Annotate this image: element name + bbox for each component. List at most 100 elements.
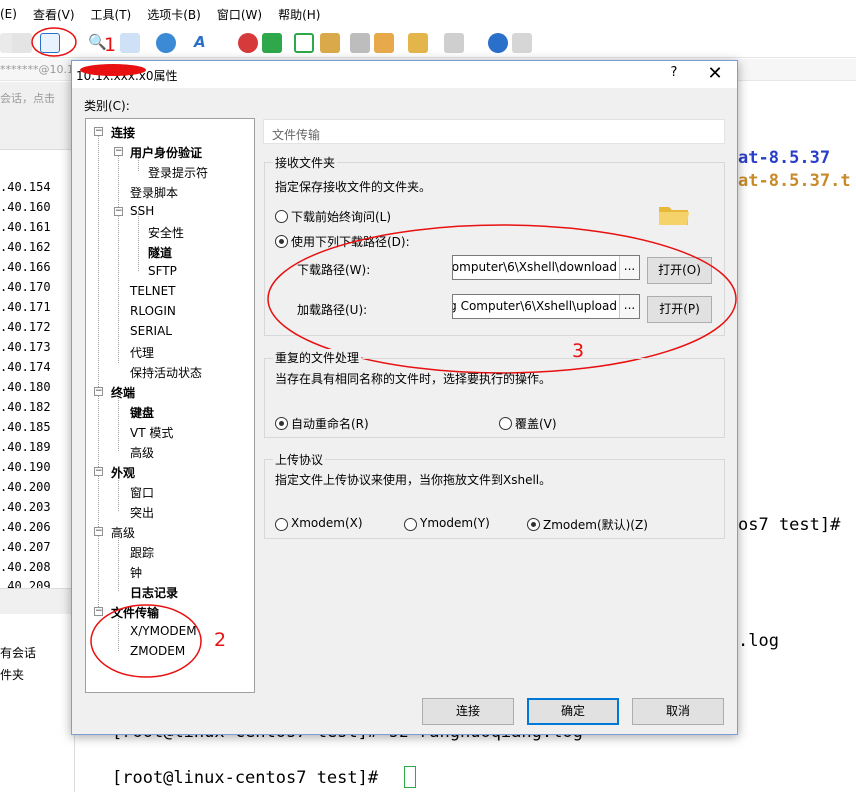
help-icon[interactable] (488, 33, 508, 53)
tree-item-security[interactable]: 安全性 (148, 224, 184, 241)
auto-rename-radio[interactable] (275, 417, 288, 430)
zmodem-radio[interactable] (527, 518, 540, 531)
annotation-2: 2 (214, 629, 227, 651)
collapse-terminal-icon[interactable]: − (94, 387, 103, 396)
fullscreen-icon[interactable] (294, 33, 314, 53)
dialog-titlebar: 10.1x.xxx.x0属性 ? ✕ (72, 61, 737, 88)
session-properties-dialog: 10.1x.xxx.x0属性 ? ✕ 类别(C): − 连接 − 用户身份验证 … (71, 60, 738, 735)
xshell-icon[interactable] (262, 33, 282, 53)
upload-protocol-desc: 指定文件上传协议来使用，当你拖放文件到Xshell。 (275, 473, 552, 487)
tree-item-bell[interactable]: 钟 (130, 564, 142, 581)
tree-item-login-prompt[interactable]: 登录提示符 (148, 164, 208, 181)
xftp-icon[interactable] (238, 33, 258, 53)
menu-help[interactable]: 帮助(H) (278, 6, 320, 23)
session-item[interactable]: .40.161 (0, 220, 51, 234)
session-item[interactable]: .40.154 (0, 180, 51, 194)
session-item[interactable]: .40.182 (0, 400, 51, 414)
ymodem-label: Ymodem(Y) (420, 516, 490, 530)
cancel-button[interactable]: 取消 (632, 698, 724, 725)
tree-item-keepalive[interactable]: 保持活动状态 (130, 364, 202, 381)
xmodem-label: Xmodem(X) (291, 516, 363, 530)
chat-icon[interactable] (512, 33, 532, 53)
menu-edit[interactable]: (E) (0, 7, 17, 21)
collapse-advanced-icon[interactable]: − (94, 527, 103, 536)
close-button[interactable]: ✕ (700, 63, 730, 85)
session-item[interactable]: .40.208 (0, 560, 51, 574)
session-item[interactable]: .40.173 (0, 340, 51, 354)
ok-button[interactable]: 确定 (527, 698, 619, 725)
pencil-icon[interactable] (374, 33, 394, 53)
tree-item-trace[interactable]: 跟踪 (130, 544, 154, 561)
tree-item-terminal[interactable]: 终端 (111, 384, 135, 401)
tree-item-logging[interactable]: 日志记录 (130, 584, 178, 601)
tree-item-appearance[interactable]: 外观 (111, 464, 135, 481)
ymodem-radio[interactable] (404, 518, 417, 531)
tree-item-window[interactable]: 窗口 (130, 484, 154, 501)
zmodem-label: Zmodem(默认)(Z) (543, 518, 648, 532)
session-item[interactable]: .40.170 (0, 280, 51, 294)
menu-bar: (E) 查看(V) 工具(T) 选项卡(B) 窗口(W) 帮助(H) (0, 0, 856, 28)
tree-item-keyboard[interactable]: 键盘 (130, 404, 154, 421)
tree-item-ssh[interactable]: SSH (130, 204, 154, 218)
font-icon[interactable]: A (194, 33, 214, 53)
receive-folder-desc: 指定保存接收文件的文件夹。 (275, 180, 432, 194)
tree-item-serial[interactable]: SERIAL (130, 324, 172, 338)
session-item[interactable]: .40.207 (0, 540, 51, 554)
collapse-appearance-icon[interactable]: − (94, 467, 103, 476)
annotation-circle-1 (31, 27, 77, 57)
category-label: 类别(C): (84, 99, 130, 113)
session-item[interactable]: .40.160 (0, 200, 51, 214)
session-item[interactable]: .40.203 (0, 500, 51, 514)
tree-item-proxy[interactable]: 代理 (130, 344, 154, 361)
collapse-connect-icon[interactable]: − (94, 127, 103, 136)
session-item[interactable]: .40.180 (0, 380, 51, 394)
session-item[interactable]: .40.166 (0, 260, 51, 274)
session-item[interactable]: .40.174 (0, 360, 51, 374)
menu-window[interactable]: 窗口(W) (217, 6, 262, 23)
collapse-auth-icon[interactable]: − (114, 147, 123, 156)
terminal-cursor[interactable] (404, 766, 416, 788)
tree-item-auth[interactable]: 用户身份验证 (130, 144, 202, 161)
tree-item-tunnel[interactable]: 隧道 (148, 244, 172, 261)
menu-view[interactable]: 查看(V) (33, 6, 75, 23)
tree-item-highlight[interactable]: 突出 (130, 504, 154, 521)
address-text: *******@10.19 (0, 63, 81, 76)
tree-item-advanced[interactable]: 高级 (111, 524, 135, 541)
tree-item-login-script[interactable]: 登录脚本 (130, 184, 178, 201)
redaction-mark (80, 64, 146, 76)
lock-icon[interactable] (320, 33, 340, 53)
menu-tabs[interactable]: 选项卡(B) (147, 6, 201, 23)
globe-icon[interactable] (156, 33, 176, 53)
session-item[interactable]: .40.172 (0, 320, 51, 334)
annotation-1: 1 (104, 34, 117, 56)
session-manager: .40.154 .40.160 .40.161 .40.162 .40.166 … (0, 118, 75, 792)
session-item[interactable]: .40.206 (0, 520, 51, 534)
session-item[interactable]: .40.189 (0, 440, 51, 454)
menu-tools[interactable]: 工具(T) (91, 6, 132, 23)
duplicate-file-title: 重复的文件处理 (273, 349, 362, 366)
session-manager-header (0, 118, 74, 150)
session-item[interactable]: .40.162 (0, 240, 51, 254)
overwrite-radio[interactable] (499, 417, 512, 430)
tree-item-telnet[interactable]: TELNET (130, 284, 176, 298)
keyboard-icon[interactable] (350, 33, 370, 53)
duplicate-file-desc: 当存在具有相同名称的文件时，选择要执行的操作。 (275, 372, 552, 386)
tree-item-vt-mode[interactable]: VT 模式 (130, 424, 173, 441)
upload-protocol-title: 上传协议 (273, 451, 326, 468)
session-item[interactable]: .40.200 (0, 480, 51, 494)
session-item[interactable]: .40.185 (0, 420, 51, 434)
tree-item-terminal-advanced[interactable]: 高级 (130, 444, 154, 461)
tree-item-sftp[interactable]: SFTP (148, 264, 177, 278)
tree-item-rlogin[interactable]: RLOGIN (130, 304, 176, 318)
xmodem-radio[interactable] (275, 518, 288, 531)
help-button[interactable]: ? (664, 65, 684, 85)
session-item[interactable]: .40.190 (0, 460, 51, 474)
connect-button[interactable]: 连接 (422, 698, 514, 725)
session-item[interactable]: .40.171 (0, 300, 51, 314)
transfer-icon[interactable] (120, 33, 140, 53)
layout-icon[interactable] (444, 33, 464, 53)
tree-item-connect[interactable]: 连接 (111, 124, 135, 141)
new-tab-icon[interactable] (408, 33, 428, 53)
collapse-ssh-icon[interactable]: − (114, 207, 123, 216)
session-divider (0, 588, 75, 614)
